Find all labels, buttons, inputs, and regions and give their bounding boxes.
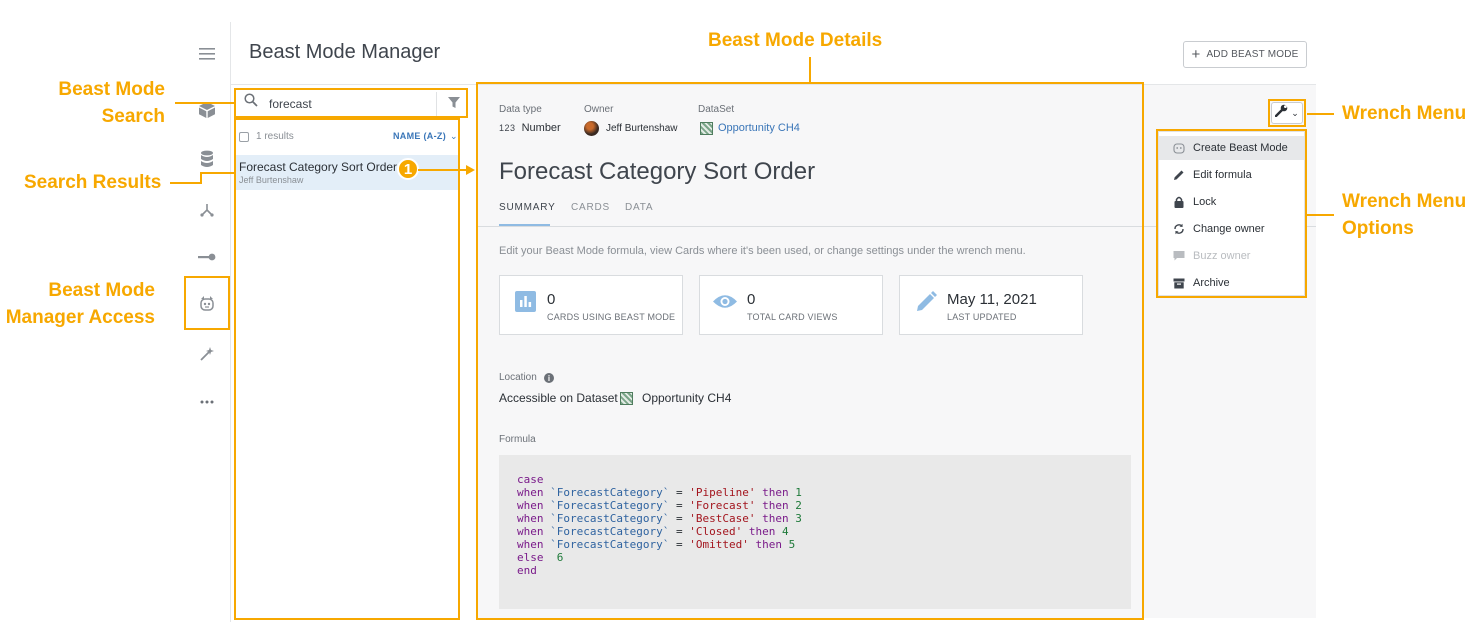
dataflow-icon[interactable] xyxy=(196,199,218,221)
results-highlight-box xyxy=(234,118,460,620)
annotation-arrowhead xyxy=(466,165,475,175)
annotation-results: Search Results xyxy=(24,172,162,193)
details-highlight-box xyxy=(476,82,1144,620)
annotation-connector xyxy=(1307,214,1334,216)
annotation-search-line1: Beast Mode xyxy=(58,79,165,100)
key-icon[interactable] xyxy=(196,246,218,268)
hamburger-menu-icon[interactable] xyxy=(196,43,218,65)
annotation-wrench: Wrench Menu xyxy=(1342,103,1467,124)
annotation-search-line2: Search xyxy=(101,106,165,127)
annotation-access-line2: Manager Access xyxy=(5,307,155,328)
annotation-wrench-options-line2: Options xyxy=(1342,218,1414,239)
annotation-connector xyxy=(1307,113,1334,115)
database-icon[interactable] xyxy=(196,148,218,170)
step-number-badge: 1 xyxy=(397,158,419,180)
add-beast-mode-button[interactable]: + ADD BEAST MODE xyxy=(1183,41,1307,68)
wrench-options-highlight-box xyxy=(1156,129,1307,298)
annotation-connector xyxy=(809,57,811,82)
plus-icon: + xyxy=(1191,46,1201,63)
annotation-connector xyxy=(200,172,234,174)
add-beast-mode-label: ADD BEAST MODE xyxy=(1206,49,1299,60)
search-highlight-box xyxy=(234,88,468,118)
annotation-details: Beast Mode Details xyxy=(708,30,883,51)
page-title: Beast Mode Manager xyxy=(249,41,441,63)
annotation-arrow-line xyxy=(418,169,468,171)
more-icon[interactable] xyxy=(196,391,218,413)
magic-wand-icon[interactable] xyxy=(196,343,218,365)
wrench-highlight-box xyxy=(1268,99,1306,127)
rail-access-highlight-box xyxy=(184,276,230,330)
rail-divider xyxy=(230,22,231,622)
annotation-wrench-options-line1: Wrench Menu xyxy=(1342,191,1467,212)
annotation-access-line1: Beast Mode xyxy=(48,280,155,301)
annotation-connector xyxy=(170,182,200,184)
annotation-connector xyxy=(175,102,234,104)
